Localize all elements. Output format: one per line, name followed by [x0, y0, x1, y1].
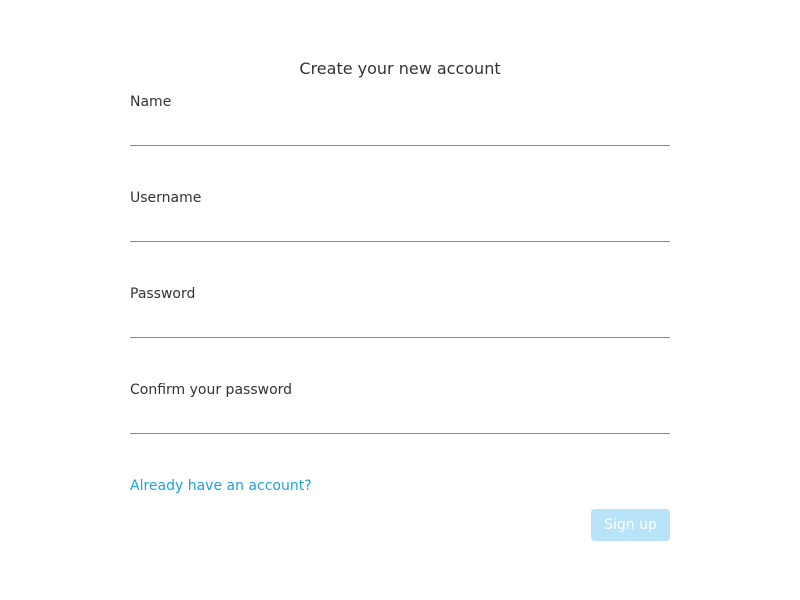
page-title: Create your new account [299, 59, 501, 78]
sign-up-button[interactable]: Sign up [591, 509, 670, 541]
confirm-password-label: Confirm your password [130, 382, 293, 398]
username-label: Username [130, 190, 202, 206]
signup-form: Name Username Password Confirm your pass… [130, 92, 670, 476]
password-field-group: Password [130, 284, 670, 380]
already-have-account-link[interactable]: Already have an account? [130, 476, 312, 496]
name-input[interactable] [130, 120, 670, 146]
confirm-password-field-group: Confirm your password [130, 380, 670, 476]
password-input[interactable] [130, 312, 670, 338]
username-field-group: Username [130, 188, 670, 284]
username-input[interactable] [130, 216, 670, 242]
confirm-password-input[interactable] [130, 408, 670, 434]
name-label: Name [130, 94, 172, 110]
signup-page: Create your new account Name Username Pa… [0, 0, 800, 600]
password-label: Password [130, 286, 196, 302]
name-field-group: Name [130, 92, 670, 188]
